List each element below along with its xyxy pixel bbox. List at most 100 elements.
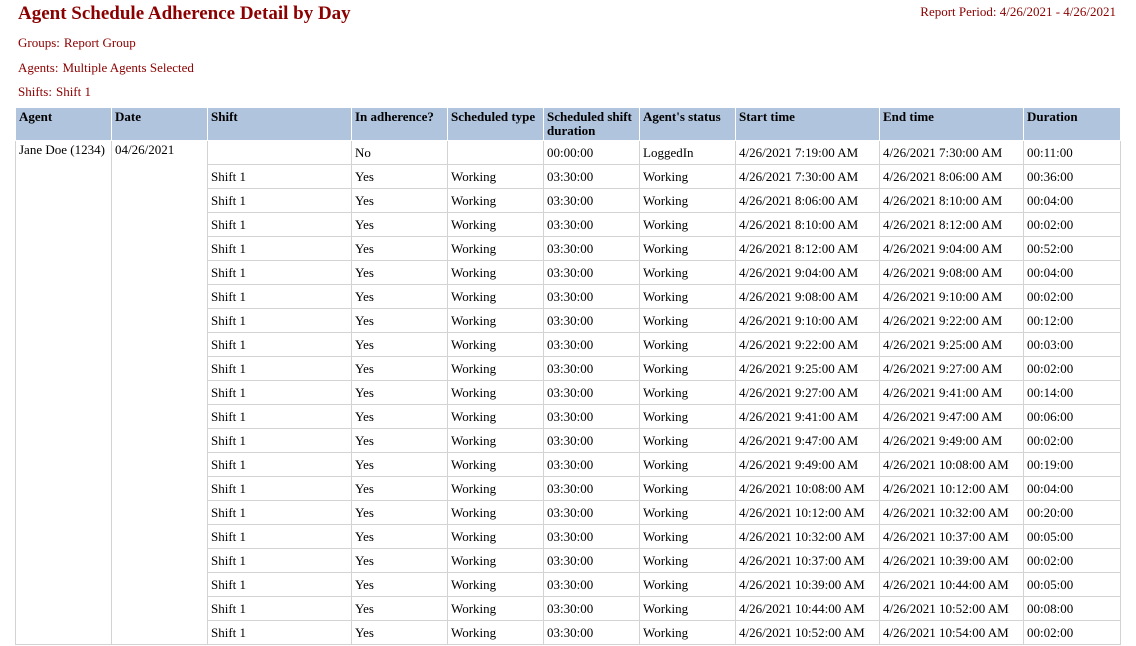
adherence-cell: Yes — [351, 188, 448, 213]
shift-cell: Shift 1 — [207, 308, 352, 333]
adherence-cell: Yes — [351, 308, 448, 333]
shift-cell: Shift 1 — [207, 500, 352, 525]
shift-cell: Shift 1 — [207, 572, 352, 597]
adherence-cell: Yes — [351, 500, 448, 525]
shift-cell: Shift 1 — [207, 548, 352, 573]
start-time-cell: 4/26/2021 8:12:00 AM — [735, 236, 880, 261]
start-time-cell: 4/26/2021 8:10:00 AM — [735, 212, 880, 237]
agent-status-cell: Working — [639, 452, 736, 477]
start-time-cell: 4/26/2021 7:19:00 AM — [735, 140, 880, 165]
scheduled-type-cell: Working — [447, 164, 544, 189]
shifts-filter: Shifts: Shift 1 — [18, 84, 91, 100]
shift-cell: Shift 1 — [207, 188, 352, 213]
end-time-cell: 4/26/2021 9:47:00 AM — [879, 404, 1024, 429]
agent-status-cell: Working — [639, 404, 736, 429]
agent-status-cell: Working — [639, 476, 736, 501]
duration-cell: 00:02:00 — [1023, 620, 1121, 645]
shift-cell: Shift 1 — [207, 260, 352, 285]
start-time-cell: 4/26/2021 9:25:00 AM — [735, 356, 880, 381]
end-time-cell: 4/26/2021 10:44:00 AM — [879, 572, 1024, 597]
shift-cell: Shift 1 — [207, 428, 352, 453]
adherence-cell: Yes — [351, 596, 448, 621]
end-time-cell: 4/26/2021 10:52:00 AM — [879, 596, 1024, 621]
shift-cell: Shift 1 — [207, 404, 352, 429]
start-time-cell: 4/26/2021 9:10:00 AM — [735, 308, 880, 333]
header-scheduled-type: Scheduled type — [447, 107, 544, 141]
duration-cell: 00:02:00 — [1023, 356, 1121, 381]
end-time-cell: 4/26/2021 9:04:00 AM — [879, 236, 1024, 261]
scheduled-type-cell: Working — [447, 308, 544, 333]
header-agent: Agent — [15, 107, 112, 141]
duration-cell: 00:02:00 — [1023, 212, 1121, 237]
scheduled-duration-cell: 03:30:00 — [543, 404, 640, 429]
duration-cell: 00:04:00 — [1023, 476, 1121, 501]
start-time-cell: 4/26/2021 10:37:00 AM — [735, 548, 880, 573]
table-header-row: Agent Date Shift In adherence? Scheduled… — [15, 107, 1121, 141]
agent-status-cell: Working — [639, 308, 736, 333]
end-time-cell: 4/26/2021 9:22:00 AM — [879, 308, 1024, 333]
start-time-cell: 4/26/2021 9:27:00 AM — [735, 380, 880, 405]
header-end-time: End time — [879, 107, 1024, 141]
adherence-cell: Yes — [351, 476, 448, 501]
end-time-cell: 4/26/2021 10:37:00 AM — [879, 524, 1024, 549]
duration-cell: 00:14:00 — [1023, 380, 1121, 405]
scheduled-duration-cell: 03:30:00 — [543, 188, 640, 213]
header-in-adherence: In adherence? — [351, 107, 448, 141]
shifts-value: Shift 1 — [55, 84, 92, 99]
start-time-cell: 4/26/2021 10:12:00 AM — [735, 500, 880, 525]
adherence-cell: Yes — [351, 356, 448, 381]
adherence-cell: Yes — [351, 212, 448, 237]
agents-filter: Agents: Multiple Agents Selected — [18, 60, 194, 76]
agent-status-cell: Working — [639, 524, 736, 549]
shift-cell: Shift 1 — [207, 476, 352, 501]
agent-status-cell: Working — [639, 332, 736, 357]
scheduled-type-cell: Working — [447, 428, 544, 453]
end-time-cell: 4/26/2021 9:25:00 AM — [879, 332, 1024, 357]
duration-cell: 00:02:00 — [1023, 548, 1121, 573]
duration-cell: 00:03:00 — [1023, 332, 1121, 357]
end-time-cell: 4/26/2021 9:49:00 AM — [879, 428, 1024, 453]
duration-cell: 00:52:00 — [1023, 236, 1121, 261]
scheduled-type-cell: Working — [447, 380, 544, 405]
scheduled-type-cell: Working — [447, 524, 544, 549]
agent-status-cell: Working — [639, 164, 736, 189]
adherence-cell: Yes — [351, 620, 448, 645]
adherence-cell: Yes — [351, 260, 448, 285]
scheduled-type-cell: Working — [447, 236, 544, 261]
duration-cell: 00:20:00 — [1023, 500, 1121, 525]
adherence-cell: Yes — [351, 236, 448, 261]
duration-cell: 00:12:00 — [1023, 308, 1121, 333]
end-time-cell: 4/26/2021 8:12:00 AM — [879, 212, 1024, 237]
start-time-cell: 4/26/2021 10:52:00 AM — [735, 620, 880, 645]
groups-filter: Groups: Report Group — [18, 35, 136, 51]
start-time-cell: 4/26/2021 9:08:00 AM — [735, 284, 880, 309]
duration-cell: 00:06:00 — [1023, 404, 1121, 429]
groups-label: Groups: — [18, 35, 60, 50]
agent-status-cell: Working — [639, 500, 736, 525]
start-time-cell: 4/26/2021 10:44:00 AM — [735, 596, 880, 621]
scheduled-duration-cell: 03:30:00 — [543, 428, 640, 453]
shift-cell: Shift 1 — [207, 524, 352, 549]
start-time-cell: 4/26/2021 10:08:00 AM — [735, 476, 880, 501]
agent-status-cell: Working — [639, 572, 736, 597]
agent-cell: Jane Doe (1234) — [15, 140, 112, 645]
end-time-cell: 4/26/2021 7:30:00 AM — [879, 140, 1024, 165]
scheduled-duration-cell: 03:30:00 — [543, 284, 640, 309]
scheduled-type-cell: Working — [447, 260, 544, 285]
header-duration: Duration — [1023, 107, 1121, 141]
agent-status-cell: Working — [639, 620, 736, 645]
shift-cell: Shift 1 — [207, 332, 352, 357]
duration-cell: 00:19:00 — [1023, 452, 1121, 477]
scheduled-duration-cell: 00:00:00 — [543, 140, 640, 165]
scheduled-duration-cell: 03:30:00 — [543, 548, 640, 573]
shift-cell: Shift 1 — [207, 164, 352, 189]
groups-value: Report Group — [63, 35, 136, 50]
shift-cell: Shift 1 — [207, 356, 352, 381]
scheduled-duration-cell: 03:30:00 — [543, 164, 640, 189]
scheduled-type-cell: Working — [447, 404, 544, 429]
adherence-cell: Yes — [351, 452, 448, 477]
scheduled-type-cell: Working — [447, 212, 544, 237]
agents-value: Multiple Agents Selected — [62, 60, 194, 75]
shift-cell: Shift 1 — [207, 620, 352, 645]
date-cell: 04/26/2021 — [111, 140, 208, 645]
